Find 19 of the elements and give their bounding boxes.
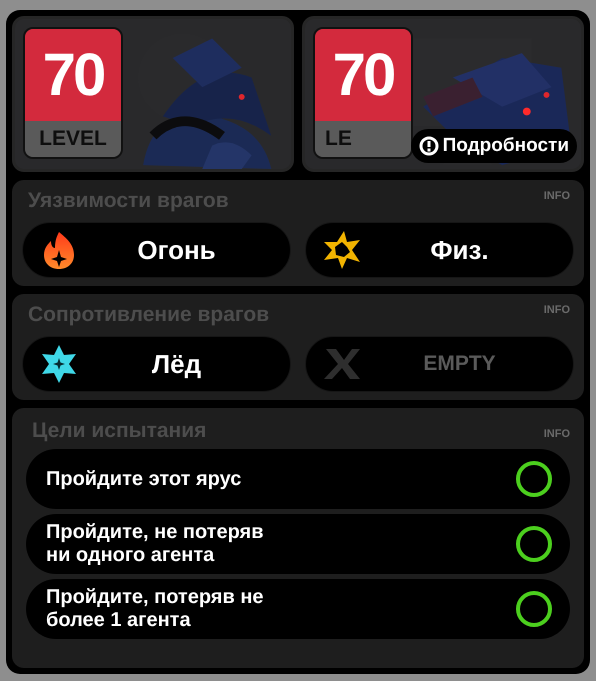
level-number: 70 <box>315 29 411 121</box>
level-label: LEVEL <box>39 126 107 152</box>
burst-icon <box>322 230 362 270</box>
alert-icon <box>418 136 439 156</box>
level-number: 70 <box>25 29 121 121</box>
star-icon <box>39 344 79 384</box>
element-label: Лёд <box>150 348 202 380</box>
element-label: Огонь <box>136 234 217 266</box>
objective-text: Пройдите, потеряв не более 1 агента <box>46 586 265 632</box>
details-button[interactable]: Подробности <box>410 129 577 163</box>
element-label: EMPTY <box>422 351 497 378</box>
element-label: Физ. <box>429 234 490 266</box>
x-icon <box>322 347 362 381</box>
info-label: INFO <box>544 427 570 442</box>
info-label: INFO <box>544 189 570 204</box>
info-label: INFO <box>544 303 570 318</box>
objective-text: Пройдите, не потеряв ни одного агента <box>46 521 265 567</box>
objective-text: Пройдите этот ярус <box>46 468 242 490</box>
level-label: LE <box>325 126 352 152</box>
